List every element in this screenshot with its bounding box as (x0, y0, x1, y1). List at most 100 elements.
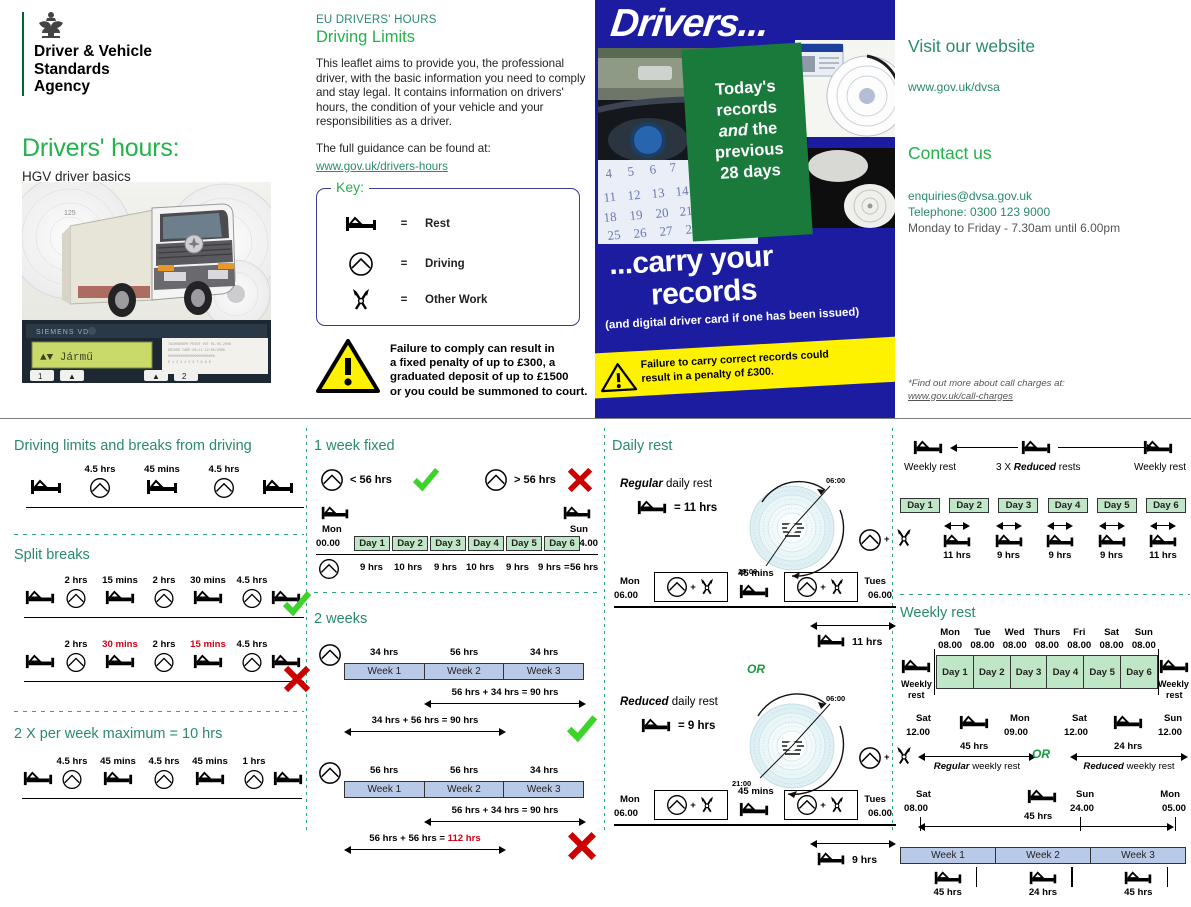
dvsa-name-line2: Standards (34, 60, 110, 78)
day-box: Day 6 (1121, 656, 1157, 688)
reduced-rest-label: Reduced daily rest (620, 696, 718, 708)
bed-icon (320, 504, 350, 522)
week-rest: 24 hrs (995, 867, 1090, 898)
tick-icon (282, 591, 312, 617)
weekly-day-name: Fri (1073, 627, 1086, 638)
regular-plus: + (884, 534, 890, 545)
sb-bad-label-2: 2 hrs (152, 639, 176, 650)
svg-text:▲▼ Jármű: ▲▼ Jármű (40, 352, 93, 364)
one-week-hours-1: 10 hrs (394, 562, 423, 573)
footnote-line1: *Find out more about call charges at: (908, 378, 1065, 389)
contact-heading: Contact us (908, 143, 992, 163)
one-week-days: Day 1 Day 2 Day 3 Day 4 Day 5 Day 6 (354, 536, 580, 551)
tile-line3-the: the (747, 119, 778, 139)
penalty-warning-text: Failure to comply can result in a fixed … (390, 338, 587, 399)
wr-reg-caption-em: Regular (933, 761, 970, 772)
split-breaks-title: Split breaks (14, 547, 90, 563)
svg-text:26: 26 (633, 225, 648, 241)
weekly-day-time: 08.00 (1002, 640, 1027, 651)
rest-hours: 9 hrs (1048, 550, 1072, 561)
svg-text:2: 2 (182, 372, 187, 381)
reduced-plus: + (884, 752, 890, 763)
reduced-block-1: + (654, 790, 728, 820)
bed-icon (912, 438, 944, 457)
day-box: Day 5 (506, 536, 542, 551)
regular-rest-equals: = 11 hrs (674, 502, 718, 514)
weekly-day-time: 08.00 (938, 640, 963, 651)
driving-icon (318, 761, 342, 785)
weekly-day-time: 08.00 (1067, 640, 1092, 651)
day-box: Day 1 (937, 656, 974, 688)
bed-icon (261, 477, 295, 497)
one-week-timeline: Mon 00.00 Sun 24.00 Day 1 Day 2 Day 3 Da… (314, 504, 602, 600)
warn-line2c: , a (542, 357, 556, 370)
svg-text:00000000000000000000000: 00000000000000000000000 (168, 355, 215, 359)
driving-icon (797, 577, 818, 597)
driving-icon (484, 468, 508, 492)
tw-bad-sum-top-b: 90 hrs (530, 805, 559, 816)
sb-bad-label-3: 15 mins (190, 639, 226, 650)
sb-ok-label-1: 15 mins (102, 575, 138, 586)
svg-text:▲: ▲ (68, 372, 76, 381)
other-work-icon (700, 578, 713, 595)
poster-photo-driver-card (795, 40, 895, 137)
weekly-day-time: 08.00 (970, 640, 995, 651)
poster-carry-block: ...carry your records (and digital drive… (595, 240, 895, 350)
carry-records-poster: Drivers... 4 5 6 7 11 12 13 14 18 19 20 … (595, 0, 895, 418)
tw-bad-week-hours-1: 56 hrs (450, 765, 479, 776)
key-label-rest: Rest (425, 218, 450, 230)
reduced-rests-left-label: Weekly rest (904, 462, 957, 473)
ten-hours-sequence: 4.5 hrs 45 mins 4.5 hrs 45 mins 1 hrs (14, 756, 304, 812)
tile-line5: 28 days (719, 161, 782, 183)
tw-bad-week-hours-0: 56 hrs (370, 765, 399, 776)
dvsa-name: Driver & Vehicle Standards Agency (34, 43, 292, 96)
driving-icon (242, 652, 263, 673)
bed-icon (104, 588, 136, 607)
tick-icon (566, 715, 598, 743)
svg-text:1: 1 (38, 372, 43, 381)
day-box: Day 3 (430, 536, 466, 551)
week-rest-hours: 45 hrs (1124, 887, 1153, 898)
tw-ok-sum-bottom: 34 hrs + 56 hrs = 90 hrs (344, 715, 506, 736)
weekly-day-time: 08.00 (1099, 640, 1124, 651)
week-box: Week 3 (1091, 847, 1186, 864)
weekly-rest-title: Weekly rest (900, 605, 976, 621)
tw-bad-sum-top-a: 56 hrs + 34 hrs = (451, 805, 531, 816)
footnote-link[interactable]: www.gov.uk/call-charges (908, 391, 1013, 402)
warn-line4: or you could be summoned to court. (390, 385, 588, 398)
key-box: Key: = Rest = Driving = Other Work (316, 179, 580, 326)
svg-text:18: 18 (603, 209, 617, 225)
day-box: Day 1 (354, 536, 390, 551)
tw-ok-week-hours-0: 34 hrs (370, 647, 399, 658)
tachograph-dial-regular: 06:00 19:00 (738, 476, 845, 579)
warn-amount-1500: £1500 (536, 371, 569, 384)
week-limits-column: 1 week fixed < 56 hrs > 56 hrs Mon 00.00… (314, 420, 602, 860)
svg-text:06:00: 06:00 (826, 694, 845, 703)
warning-triangle-icon (316, 339, 380, 393)
svg-text:DRIVER CARD 09:12 12/05/2006: DRIVER CARD 09:12 12/05/2006 (168, 348, 225, 353)
sb-bad-label-4: 4.5 hrs (236, 639, 268, 650)
reduced-rests-header: Weekly rest 3 X Reduced rests Weekly res… (900, 438, 1190, 496)
warning-triangle-icon-poster (600, 363, 638, 393)
intro-paragraph: This leaflet aims to provide you, the pr… (316, 57, 586, 129)
reduced-block-2: + (784, 790, 858, 820)
ten-hours-title: 2 X per week maximum = 10 hrs (14, 726, 223, 742)
poster-carry-line2: records (650, 273, 758, 312)
wr-red-end-day: Sun (1164, 713, 1183, 724)
guidance-link[interactable]: www.gov.uk/drivers-hours (316, 160, 448, 173)
weekly-span-bar: Sat 08.00 45 hrs Sun 24.00 Mon 05.00 (900, 789, 1190, 843)
branding-column: Driver & Vehicle Standards Agency Driver… (22, 10, 292, 184)
day-box: Day 3 (998, 498, 1039, 513)
bed-icon (1149, 534, 1177, 548)
website-url[interactable]: www.gov.uk/dvsa (908, 79, 1178, 95)
warn-amount-300: £300 (517, 357, 543, 370)
column-divider-2 (604, 428, 605, 834)
day-box: Day 5 (1084, 656, 1122, 688)
reduced-block2-plus: + (820, 799, 826, 811)
two-weeks-ok-case: 34 hrs 56 hrs 34 hrs Week 1 Week 2 Week … (314, 641, 602, 753)
poster-headline: Drivers... (608, 2, 771, 45)
sb-bad-baseline (24, 681, 304, 683)
svg-text:14: 14 (675, 183, 690, 199)
weekly-rest-or: OR (1032, 747, 1050, 761)
contact-email[interactable]: enquiries@dvsa.gov.uk (908, 188, 1178, 204)
